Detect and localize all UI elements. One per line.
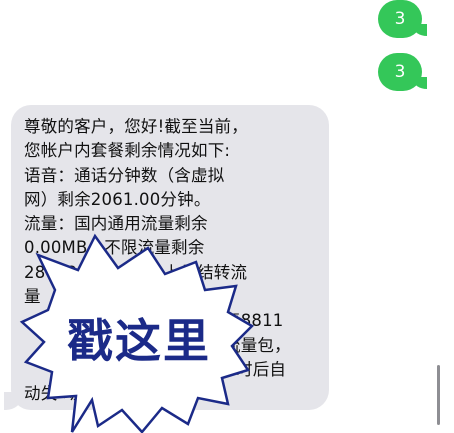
message-line: 网）剩余2061.00分钟。 xyxy=(24,189,211,209)
message-line: 28712.85MB（含上月结转流 xyxy=(24,262,248,282)
message-line: 语音：通话分钟数（含虚拟 xyxy=(24,165,225,185)
message-thread: 3 3 尊敬的客户，您好!截至当前， 您帐户内套餐剩余情况如下: 语音：通话分钟… xyxy=(0,0,454,433)
sent-message-bubble[interactable]: 3 xyxy=(378,0,427,38)
message-line: 您帐户内套餐剩余情况如下: xyxy=(24,141,231,161)
message-line: 尊敬的客户，您好!截至当前， xyxy=(24,117,248,136)
message-line: 动失 动】 xyxy=(24,384,97,404)
sent-message-text: 3 xyxy=(394,9,406,29)
scroll-indicator[interactable] xyxy=(437,365,440,425)
message-line: 流量：国内通用流量剩余 xyxy=(24,214,208,234)
sent-message-bubble[interactable]: 3 xyxy=(378,53,427,91)
message-line: 0.00MB。不限流量剩余 xyxy=(24,238,205,258)
sent-message-text: 3 xyxy=(394,62,406,82)
poke-here-label[interactable]: 戳这里 xyxy=(44,305,234,371)
